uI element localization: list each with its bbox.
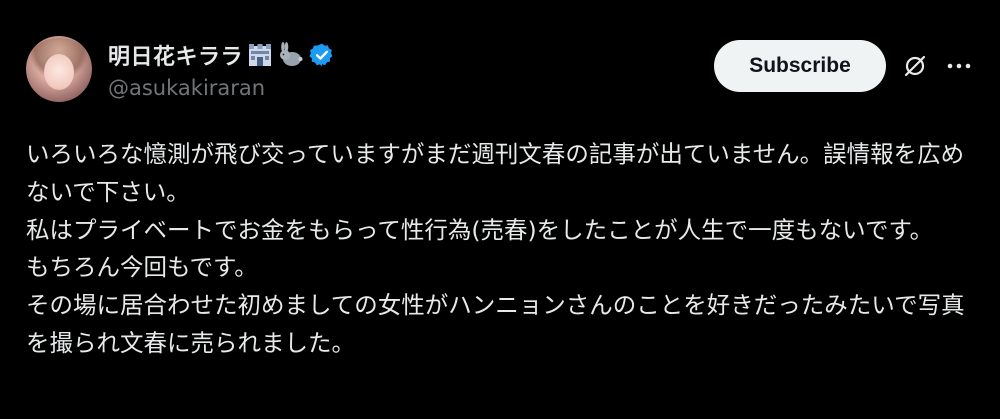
tweet-text: いろいろな憶測が飛び交っていますがまだ週刊文春の記事が出ていません。誤情報を広め… [26, 140, 965, 357]
tweet-header: 明日花キララ @asukakiraran Subscribe [26, 36, 976, 106]
author-handle[interactable]: @asukakiraran [108, 76, 265, 100]
rabbit-icon [277, 42, 303, 68]
author-name-row: 明日花キララ [108, 40, 335, 70]
verified-badge-icon [309, 42, 335, 68]
subscribe-button[interactable]: Subscribe [714, 40, 886, 92]
avatar[interactable] [26, 36, 92, 102]
avatar-face [44, 54, 74, 90]
castle-icon [247, 42, 273, 68]
author-display-name[interactable]: 明日花キララ [108, 39, 243, 71]
more-options-icon[interactable] [945, 53, 973, 79]
grok-icon[interactable] [902, 53, 928, 79]
